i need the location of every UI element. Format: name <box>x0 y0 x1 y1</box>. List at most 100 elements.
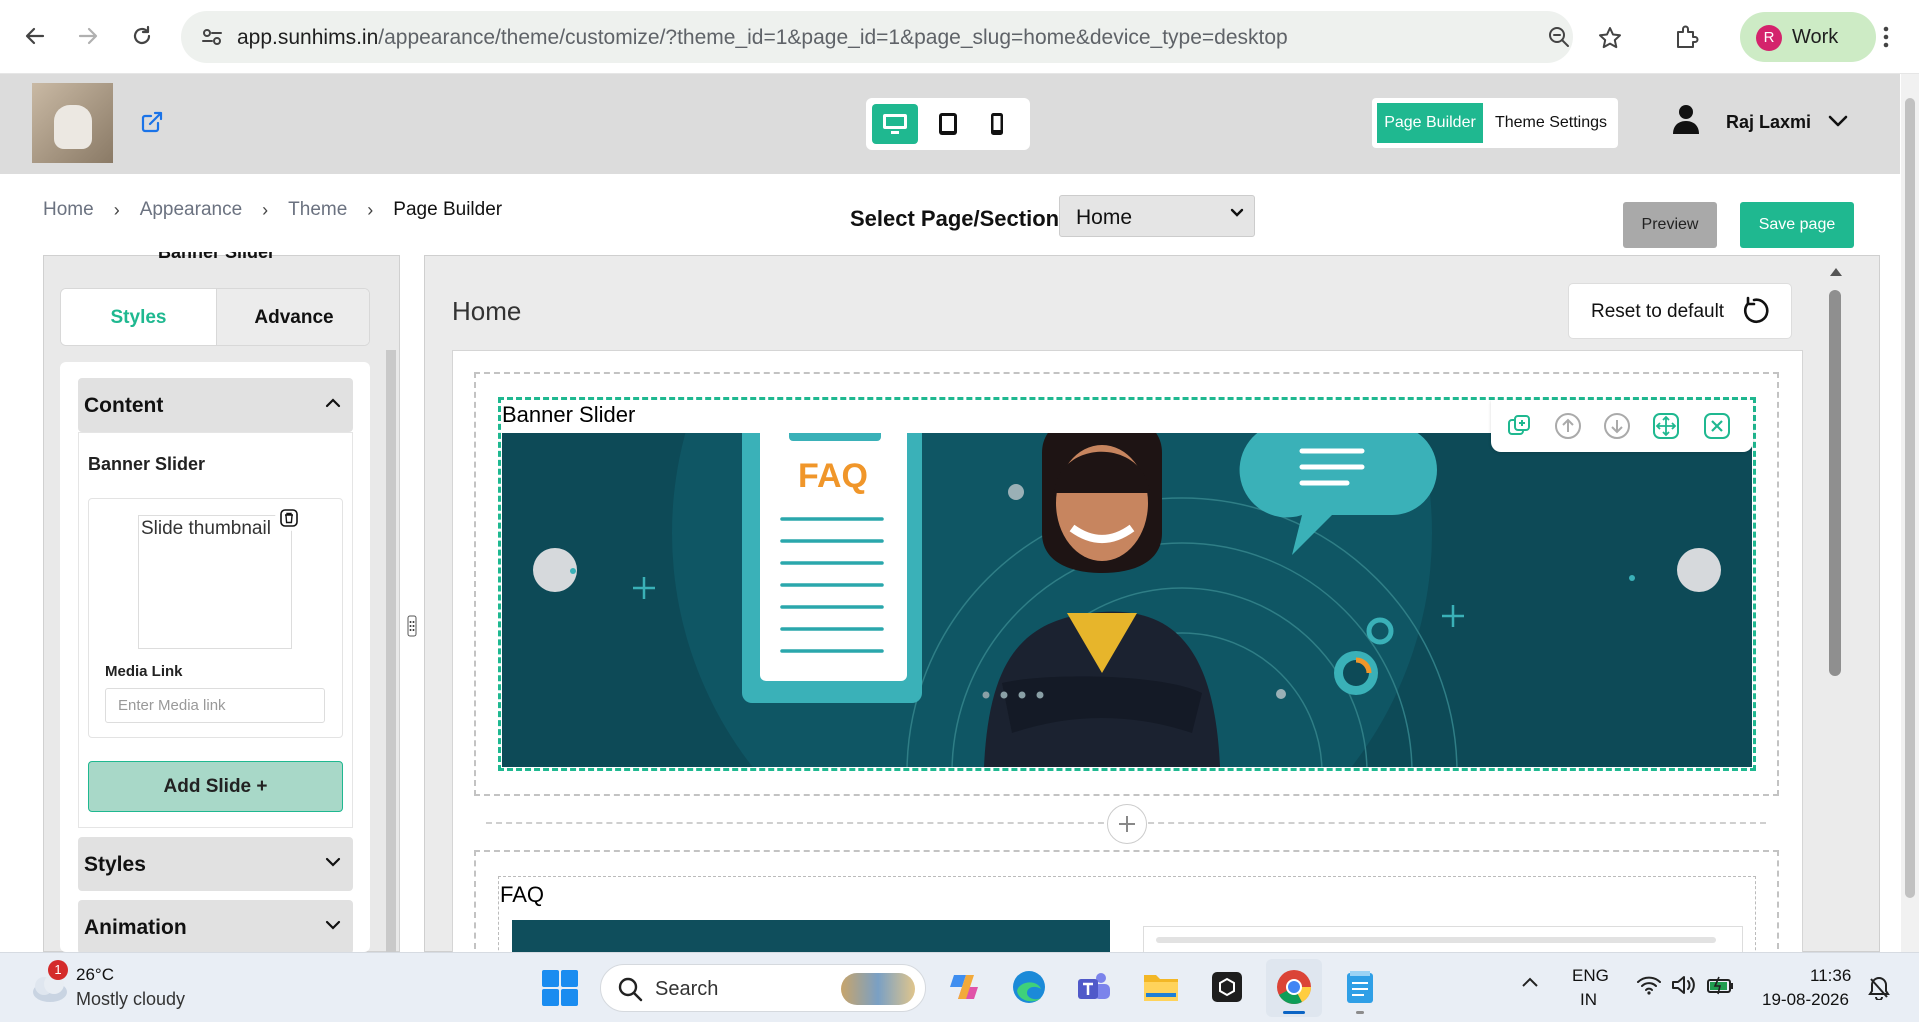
taskbar-teams[interactable] <box>1072 966 1114 1008</box>
desktop-icon <box>883 114 907 134</box>
forward-button[interactable] <box>70 18 106 54</box>
weather-notification-badge: 1 <box>48 960 68 980</box>
box-app-icon <box>1212 972 1242 1002</box>
block-toolbar <box>1491 400 1753 452</box>
close-icon[interactable] <box>1703 412 1731 440</box>
canvas-scrollbar[interactable] <box>1829 290 1841 676</box>
battery-charging-icon[interactable] <box>1706 974 1736 996</box>
banner-slider-label: Banner Slider <box>88 454 206 474</box>
media-link-label: Media Link <box>105 663 183 680</box>
chevron-down-icon[interactable] <box>1828 114 1848 128</box>
styles-accordion-label: Styles <box>84 853 146 876</box>
weather-temperature[interactable]: 26°C <box>76 965 114 985</box>
kebab-menu-icon[interactable] <box>1878 25 1894 49</box>
bookmark-star-icon[interactable] <box>1598 26 1622 50</box>
app-header: Page Builder Theme Settings Raj Laxmi <box>0 74 1900 174</box>
extensions-icon[interactable] <box>1674 24 1700 50</box>
chrome-active-indicator <box>1283 1011 1305 1014</box>
profile-name: Work <box>1792 26 1839 48</box>
back-button[interactable] <box>17 18 53 54</box>
desktop-view-button[interactable] <box>872 104 918 144</box>
tablet-view-button[interactable] <box>925 104 971 144</box>
browser-toolbar: app.sunhims.in/appearance/theme/customiz… <box>0 0 1919 74</box>
notification-bell-icon[interactable] <box>1868 976 1890 1000</box>
taskbar-file-explorer[interactable] <box>1140 966 1182 1008</box>
profile-button[interactable]: R Work <box>1740 12 1876 62</box>
zoom-icon[interactable] <box>1547 25 1571 49</box>
chevron-up-icon[interactable] <box>1520 975 1540 989</box>
url-text: app.sunhims.in/appearance/theme/customiz… <box>237 26 1288 50</box>
page-scrollbar[interactable] <box>1901 74 1919 952</box>
taskbar-search[interactable]: Search <box>600 964 926 1012</box>
mobile-view-button[interactable] <box>974 104 1020 144</box>
external-link-icon[interactable] <box>140 110 164 134</box>
breadcrumb-theme[interactable]: Theme <box>288 199 347 221</box>
slide-thumbnail[interactable]: Slide thumbnail <box>138 515 292 649</box>
chevron-right-icon: › <box>113 199 120 220</box>
input-region[interactable]: IN <box>1580 990 1597 1010</box>
drag-move-icon[interactable] <box>1652 412 1680 440</box>
breadcrumb: Home › Appearance › Theme › Page Builder <box>43 199 502 221</box>
taskbar-chrome[interactable] <box>1273 966 1315 1008</box>
move-down-icon[interactable] <box>1603 412 1631 440</box>
reload-icon <box>133 25 151 45</box>
profile-avatar: R <box>1756 25 1782 51</box>
reset-label: Reset to default <box>1591 301 1725 322</box>
store-logo[interactable] <box>32 83 113 163</box>
content-accordion-label: Content <box>84 394 164 417</box>
copilot-icon <box>950 975 978 999</box>
move-up-icon[interactable] <box>1554 412 1582 440</box>
tab-advance[interactable]: Advance <box>216 289 369 345</box>
banner-image[interactable]: FAQ <box>502 433 1752 767</box>
styles-accordion-header[interactable]: Styles <box>78 837 353 891</box>
arrow-right-icon <box>78 27 98 45</box>
volume-icon[interactable] <box>1670 974 1696 996</box>
page-select-label: Select Page/Section: <box>850 206 1067 231</box>
chevron-right-icon: › <box>367 199 374 220</box>
mode-switch: Page Builder Theme Settings <box>1372 98 1618 148</box>
banner-illustration: FAQ <box>502 433 1752 767</box>
content-accordion-header[interactable]: Content <box>78 378 353 432</box>
page-builder-button[interactable]: Page Builder <box>1377 103 1483 143</box>
trash-icon <box>280 509 298 527</box>
chevron-down-icon <box>325 857 341 867</box>
add-slide-button[interactable]: Add Slide + <box>88 761 343 812</box>
chrome-icon <box>1277 970 1311 1004</box>
clock-date[interactable]: 19-08-2026 <box>1762 990 1849 1010</box>
add-section-button[interactable] <box>1107 804 1147 844</box>
plus-icon <box>1119 816 1135 832</box>
user-icon[interactable] <box>1673 104 1699 134</box>
address-bar[interactable]: app.sunhims.in/appearance/theme/customiz… <box>181 11 1573 63</box>
reload-button[interactable] <box>124 18 160 54</box>
page-select-value: Home <box>1076 206 1133 229</box>
banner-faq-text: FAQ <box>798 457 868 495</box>
clock-time[interactable]: 11:36 <box>1810 966 1851 986</box>
tablet-icon <box>939 113 957 135</box>
duplicate-icon[interactable] <box>1505 412 1533 440</box>
user-name[interactable]: Raj Laxmi <box>1726 112 1811 133</box>
breadcrumb-appearance[interactable]: Appearance <box>140 199 242 221</box>
delete-slide-button[interactable] <box>275 505 303 531</box>
breadcrumb-home[interactable]: Home <box>43 199 94 221</box>
panel-resize-handle[interactable] <box>407 615 417 637</box>
taskbar-edge[interactable] <box>1008 966 1050 1008</box>
windows-start-icon[interactable] <box>540 968 580 1008</box>
taskbar-copilot[interactable] <box>943 966 985 1008</box>
save-page-button[interactable]: Save page <box>1740 202 1854 248</box>
wifi-icon[interactable] <box>1636 974 1662 996</box>
taskbar-notepad[interactable] <box>1339 966 1381 1008</box>
site-settings-icon[interactable] <box>201 26 223 48</box>
preview-button[interactable]: Preview <box>1623 202 1717 248</box>
media-link-input[interactable]: Enter Media link <box>105 688 325 723</box>
settings-panel-scrollbar[interactable] <box>386 350 396 952</box>
page-select[interactable]: Home <box>1059 195 1255 237</box>
animation-accordion-header[interactable]: Animation <box>78 900 353 954</box>
chevron-right-icon: › <box>262 199 269 220</box>
tab-styles[interactable]: Styles <box>61 289 216 345</box>
taskbar-app-box[interactable] <box>1206 966 1248 1008</box>
reset-to-default-button[interactable]: Reset to default <box>1568 283 1792 339</box>
theme-settings-button[interactable]: Theme Settings <box>1487 103 1615 143</box>
input-language[interactable]: ENG <box>1572 966 1609 986</box>
scroll-up-arrow-icon[interactable] <box>1829 266 1843 278</box>
weather-condition[interactable]: Mostly cloudy <box>76 989 185 1010</box>
